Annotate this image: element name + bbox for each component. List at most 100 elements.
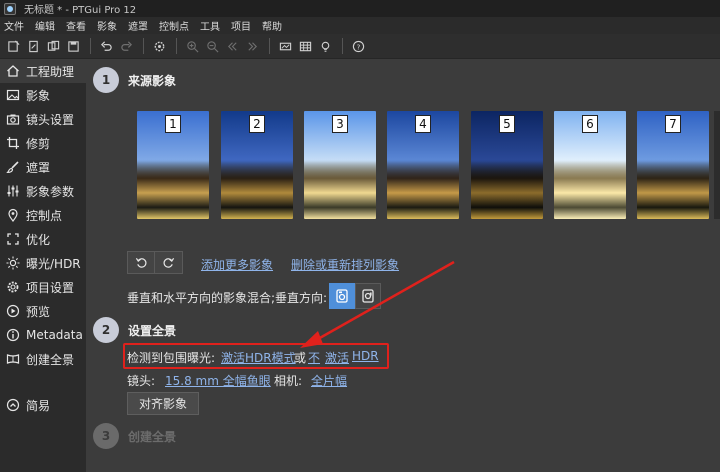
camera-landscape-icon	[336, 289, 348, 303]
thumbnail-number: 7	[665, 115, 681, 133]
menu-mask[interactable]: 遮罩	[128, 18, 148, 33]
thumbnail-number: 5	[499, 115, 515, 133]
thumbnail-5[interactable]: 5	[471, 111, 543, 219]
step-create-panorama: 3 创建全景	[93, 423, 176, 449]
panorama-editor-icon[interactable]	[276, 37, 294, 55]
orientation-portrait-button[interactable]	[355, 283, 381, 309]
menu-bar: 文件 编辑 查看 影象 遮罩 控制点 工具 项目 帮助	[0, 17, 720, 34]
menu-images[interactable]: 影象	[97, 18, 117, 33]
thumbnail-image	[387, 161, 459, 219]
sidebar-item-lens-settings[interactable]: 镜头设置	[0, 107, 86, 131]
sidebar-item-label: 曝光/HDR	[26, 256, 81, 271]
zoom-out-icon[interactable]	[203, 37, 221, 55]
sidebar-item-create-panorama[interactable]: 创建全景	[0, 347, 86, 371]
brush-icon	[5, 160, 20, 175]
next-icon[interactable]	[243, 37, 261, 55]
thumbnail-number: 4	[415, 115, 431, 133]
lens-label: 镜头:	[127, 374, 156, 388]
toolbar-separator	[269, 38, 270, 54]
menu-control-points[interactable]: 控制点	[159, 18, 189, 33]
step-setup-panorama: 2 设置全景	[93, 317, 176, 343]
svg-text:?: ?	[356, 42, 360, 51]
menu-edit[interactable]: 编辑	[35, 18, 55, 33]
zoom-in-icon[interactable]	[183, 37, 201, 55]
menu-tools[interactable]: 工具	[200, 18, 220, 33]
menu-file[interactable]: 文件	[4, 18, 24, 33]
sidebar-item-label: 遮罩	[26, 160, 51, 175]
thumbnail-3[interactable]: 3	[304, 111, 376, 219]
sidebar-item-metadata[interactable]: Metadata	[0, 323, 86, 347]
circle-up-icon	[5, 398, 20, 413]
step-number: 3	[93, 423, 119, 449]
panorama-icon	[5, 352, 20, 367]
undo-icon[interactable]	[97, 37, 115, 55]
sidebar-item-mask[interactable]: 遮罩	[0, 155, 86, 179]
settings-icon[interactable]	[150, 37, 168, 55]
home-icon	[5, 64, 20, 79]
sidebar-item-label: 工程助理	[26, 64, 75, 79]
prev-icon[interactable]	[223, 37, 241, 55]
crop-icon	[5, 136, 20, 151]
add-more-images-link[interactable]: 添加更多影象	[201, 256, 273, 273]
blend-direction-label: 垂直和水平方向的影象混合;垂直方向:	[127, 291, 328, 305]
sidebar-item-label: Metadata	[26, 328, 83, 342]
sidebar-item-images[interactable]: 影象	[0, 83, 86, 107]
remove-reorder-images-link[interactable]: 删除或重新排列影象	[291, 256, 399, 273]
sidebar-item-control-points[interactable]: 控制点	[0, 203, 86, 227]
thumbnail-image	[221, 161, 293, 219]
sidebar-item-label: 创建全景	[26, 352, 75, 367]
sidebar-item-preview[interactable]: 预览	[0, 299, 86, 323]
sliders-icon	[5, 184, 20, 199]
sidebar-item-project-settings[interactable]: 项目设置	[0, 275, 86, 299]
sidebar-item-exposure-hdr[interactable]: 曝光/HDR	[0, 251, 86, 275]
thumbnail-6[interactable]: 6	[554, 111, 626, 219]
sidebar-item-label: 项目设置	[26, 280, 75, 295]
sidebar-item-label: 预览	[26, 304, 51, 319]
open-folder-icon[interactable]	[44, 37, 62, 55]
menu-project[interactable]: 项目	[231, 18, 251, 33]
rotate-left-button[interactable]	[127, 251, 155, 274]
align-images-button[interactable]: 对齐影象	[127, 392, 199, 415]
sidebar-item-simple[interactable]: 简易	[0, 393, 50, 417]
thumbnail-image	[471, 161, 543, 219]
sidebar-item-label: 优化	[26, 232, 51, 247]
orientation-landscape-button[interactable]	[329, 283, 355, 309]
bulb-icon[interactable]	[316, 37, 334, 55]
thumbnail-4[interactable]: 4	[387, 111, 459, 219]
sidebar-item-project-assistant[interactable]: 工程助理	[0, 59, 86, 83]
menu-help[interactable]: 帮助	[262, 18, 282, 33]
thumbnail-7[interactable]: 7	[637, 111, 709, 219]
pin-icon	[5, 208, 20, 223]
thumbnail-number: 3	[332, 115, 348, 133]
info-icon	[5, 328, 20, 343]
table-icon[interactable]	[296, 37, 314, 55]
thumbnail-image	[637, 161, 709, 219]
sidebar-item-image-parameters[interactable]: 影象参数	[0, 179, 86, 203]
save-icon[interactable]	[64, 37, 82, 55]
rotate-right-button[interactable]	[155, 251, 183, 274]
lens-value-link[interactable]: 15.8 mm 全幅鱼眼	[165, 372, 271, 389]
app-logo-icon	[4, 2, 16, 15]
sidebar-item-optimize[interactable]: 优化	[0, 227, 86, 251]
rotate-left-icon	[135, 257, 146, 268]
redo-icon[interactable]	[117, 37, 135, 55]
camera-label: 相机:	[274, 374, 303, 388]
gear-icon	[5, 280, 20, 295]
help-icon[interactable]: ?	[349, 37, 367, 55]
thumbnail-number: 2	[249, 115, 265, 133]
window-title: 无标题 * - PTGui Pro 12	[24, 5, 137, 16]
step-number: 2	[93, 317, 119, 343]
thumbnail-2[interactable]: 2	[221, 111, 293, 219]
open-project-icon[interactable]	[24, 37, 42, 55]
menu-view[interactable]: 查看	[66, 18, 86, 33]
sidebar-item-label: 镜头设置	[26, 112, 75, 127]
toolbar: ?	[0, 34, 720, 59]
new-project-icon[interactable]	[4, 37, 22, 55]
sidebar-item-crop[interactable]: 修剪	[0, 131, 86, 155]
camera-icon	[5, 112, 20, 127]
thumbnail-1[interactable]: 1	[137, 111, 209, 219]
step-source-images: 1 来源影象	[93, 67, 176, 93]
thumbnail-strip-scroll[interactable]	[714, 111, 720, 219]
sidebar-item-label: 修剪	[26, 136, 51, 151]
camera-value-link[interactable]: 全片幅	[311, 372, 347, 389]
